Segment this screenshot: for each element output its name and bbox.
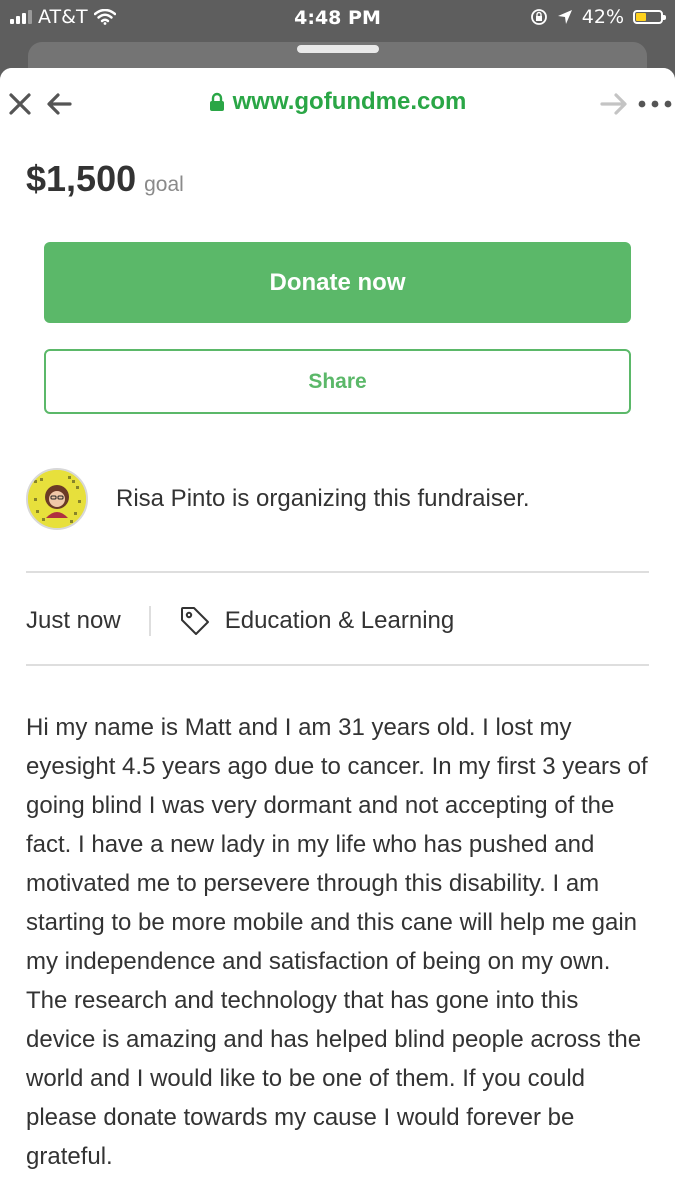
battery-level — [636, 13, 646, 21]
share-button[interactable]: Share — [44, 349, 631, 414]
status-right: 42% — [530, 6, 666, 28]
browser-sheet: www.gofundme.com $1,500 goal Donate now … — [0, 68, 675, 1200]
forward-arrow-icon[interactable] — [600, 92, 628, 116]
divider — [26, 571, 649, 573]
goal-summary: $1,500 goal — [26, 158, 184, 200]
battery-percent: 42% — [581, 6, 624, 28]
lock-icon — [209, 92, 224, 111]
goal-label: goal — [144, 173, 184, 196]
url-text: www.gofundme.com — [232, 88, 467, 115]
avatar[interactable] — [26, 468, 88, 530]
category-link[interactable]: Education & Learning — [225, 607, 455, 635]
status-bar: AT&T 4:48 PM 42% — [0, 0, 675, 36]
battery-icon — [633, 10, 666, 24]
organizer-row: Risa Pinto is organizing this fundraiser… — [26, 468, 530, 530]
more-icon[interactable] — [638, 100, 674, 108]
browser-toolbar: www.gofundme.com — [0, 68, 675, 138]
divider — [26, 664, 649, 666]
meta-separator — [148, 606, 151, 636]
goal-amount: $1,500 — [26, 158, 137, 199]
donate-now-button[interactable]: Donate now — [44, 242, 631, 323]
tag-icon — [180, 607, 209, 635]
created-time: Just now — [26, 607, 121, 634]
orientation-lock-icon — [530, 9, 547, 25]
location-icon — [557, 10, 572, 24]
url-bar[interactable]: www.gofundme.com — [0, 88, 675, 116]
campaign-story: Hi my name is Matt and I am 31 years old… — [26, 714, 648, 1170]
organizer-text: Risa Pinto is organizing this fundraiser… — [116, 485, 530, 512]
campaign-meta: Just now Education & Learning — [26, 601, 454, 641]
sheet-grabber[interactable] — [297, 45, 379, 53]
